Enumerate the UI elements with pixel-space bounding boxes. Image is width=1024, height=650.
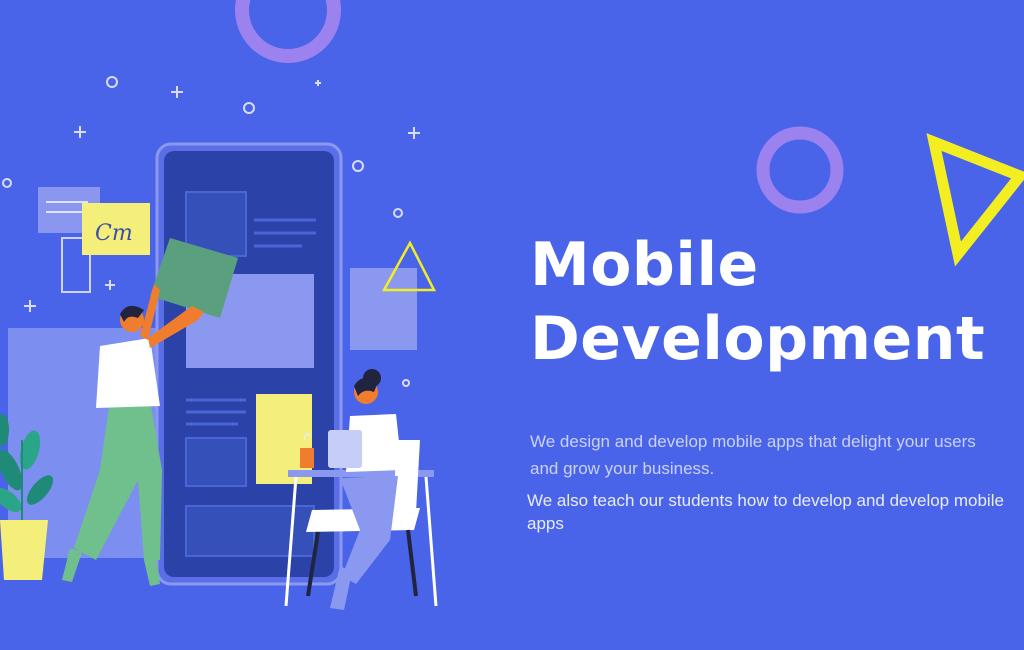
- hero-description: We design and develop mobile apps that d…: [530, 432, 976, 478]
- signature-text: Cm: [95, 221, 133, 246]
- ring-icon: [235, 0, 341, 63]
- page-title: Mobile Development: [530, 228, 985, 376]
- title-line-mobile: Mobile: [530, 230, 759, 300]
- hero-secondary-description: We also teach our students how to develo…: [527, 491, 1004, 533]
- hero-banner: Cm Mobile Development We design and deve…: [0, 0, 1024, 650]
- ring-icon: [756, 126, 844, 214]
- title-line-development: Development: [530, 304, 986, 374]
